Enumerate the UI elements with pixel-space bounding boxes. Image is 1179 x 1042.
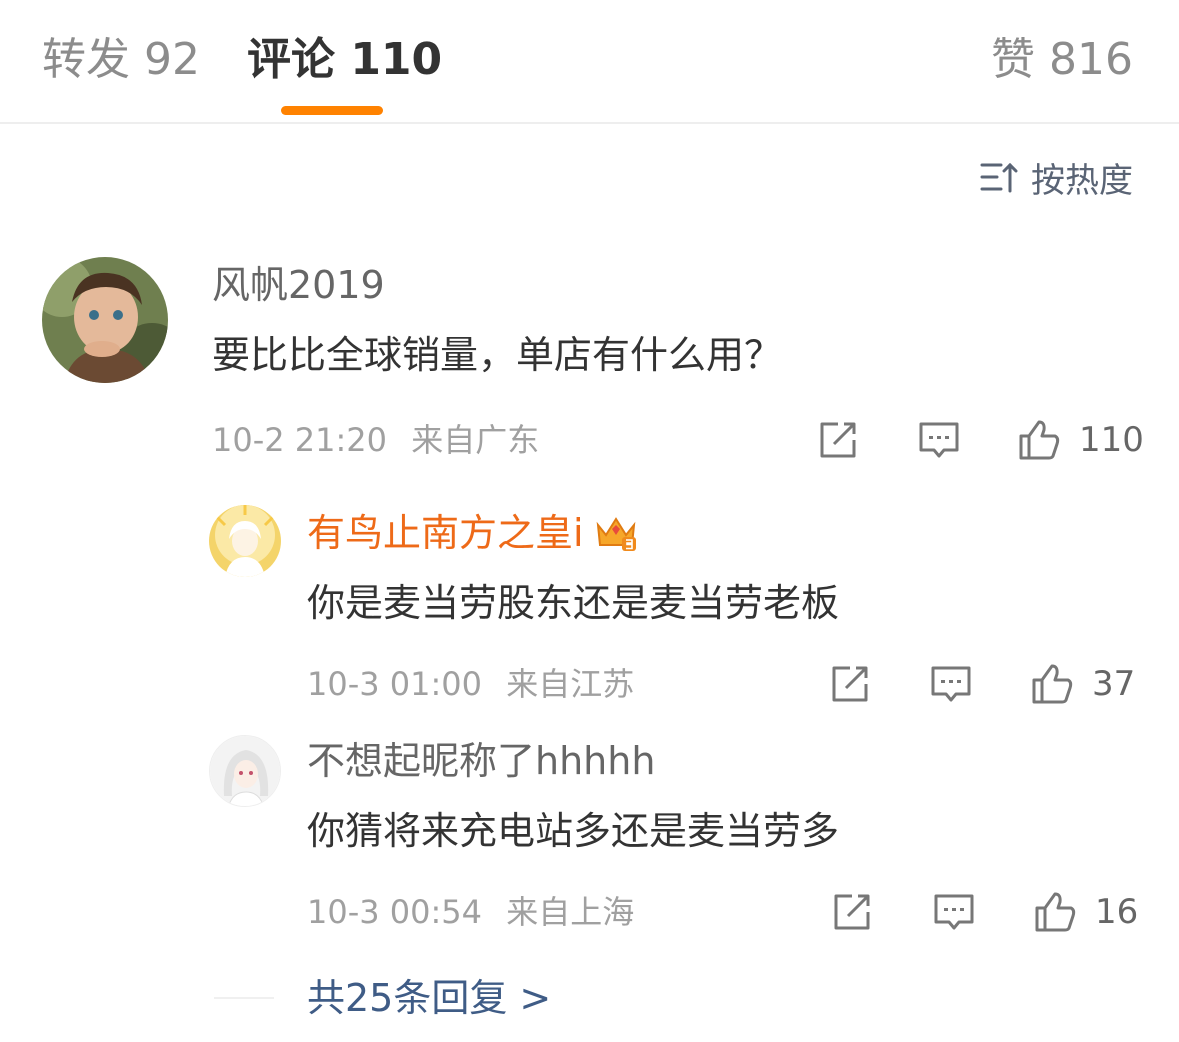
repost-icon[interactable]	[828, 662, 872, 706]
repost-icon[interactable]	[830, 890, 874, 934]
comment-location: 来自广东	[411, 421, 540, 459]
reply-location: 来自上海	[506, 893, 635, 931]
thumb-up-icon[interactable]	[1030, 662, 1074, 706]
avatar[interactable]	[209, 735, 281, 807]
reply-username[interactable]: 不想起昵称了hhhhh	[307, 738, 655, 784]
comment-username[interactable]: 风帆2019	[212, 262, 385, 308]
reply-time: 10-3 00:54	[307, 893, 483, 931]
crown-badge-icon	[594, 513, 638, 553]
reply-location: 来自江苏	[506, 665, 635, 703]
reply-text: 你是麦当劳股东还是麦当劳老板	[307, 581, 840, 625]
repost-icon[interactable]	[816, 418, 860, 462]
comment-reply-icon[interactable]	[929, 662, 973, 706]
avatar[interactable]	[42, 257, 168, 383]
reply-time: 10-3 01:00	[307, 665, 483, 703]
avatar[interactable]	[209, 505, 281, 577]
comment-time: 10-2 21:20	[212, 421, 388, 459]
reply-meta: 10-3 00:54 来自上海	[307, 892, 634, 932]
reply-meta: 10-3 01:00 来自江苏	[307, 664, 634, 704]
like-count: 37	[1092, 664, 1136, 704]
reply-username[interactable]: 有鸟止南方之皇i	[307, 510, 638, 556]
reply-text: 你猜将来充电站多还是麦当劳多	[307, 809, 840, 853]
like-count: 16	[1095, 892, 1139, 932]
sort-label: 按热度	[1031, 160, 1133, 201]
tab-bar: 转发 92 评论 110 赞 816	[0, 0, 1179, 124]
like-count: 110	[1079, 420, 1144, 460]
thumb-up-icon[interactable]	[1033, 890, 1077, 934]
active-tab-indicator	[281, 106, 383, 115]
sort-button[interactable]: 按热度	[979, 155, 1133, 201]
reply-username-text: 有鸟止南方之皇i	[307, 511, 584, 555]
comment-meta: 10-2 21:20 来自广东	[212, 420, 539, 460]
tab-like[interactable]: 赞 816	[991, 34, 1133, 86]
tab-comment[interactable]: 评论 110	[247, 34, 442, 86]
comment-reply-icon[interactable]	[917, 418, 961, 462]
comment-page: 转发 92 评论 110 赞 816 按热度 风帆2019 要比比全球销量，单店…	[0, 0, 1179, 1042]
tab-repost[interactable]: 转发 92	[42, 34, 200, 86]
sort-up-icon	[980, 162, 1018, 193]
comment-text: 要比比全球销量，单店有什么用？	[212, 333, 783, 377]
divider	[214, 997, 274, 999]
thumb-up-icon[interactable]	[1017, 418, 1061, 462]
comment-reply-icon[interactable]	[932, 890, 976, 934]
more-replies-link[interactable]: 共25条回复 >	[307, 974, 551, 1022]
